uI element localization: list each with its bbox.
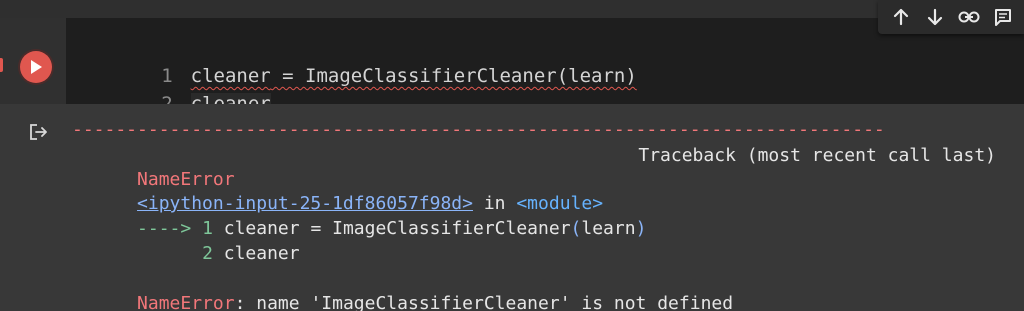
code-line-1[interactable]: 1 cleaner = ImageClassifierCleaner(learn) [66,34,637,87]
link-to-cell-button[interactable] [952,2,986,32]
traceback-frame-line-2: 2 cleaner [72,218,300,264]
frame-paren-close: ) [635,218,647,239]
error-message-colon: : [234,293,246,311]
frame-line-number: 2 [202,243,213,264]
cell-gutter [0,18,66,104]
traceback-location: <ipython-input-25-1df86057f98d> in <modu… [72,168,603,214]
cell-toolbar [878,0,1024,34]
add-comment-button[interactable] [986,2,1020,32]
cell-error-marker [0,58,3,72]
code-line-2[interactable]: 2cleaner [66,62,271,115]
move-cell-up-button[interactable] [884,2,918,32]
frame-arg: learn [581,218,636,239]
code-expression: = ImageClassifierCleaner(learn) [270,65,637,87]
traceback-header: Traceback (most recent call last) [638,145,996,166]
comment-icon [995,9,1011,26]
cell-output: ----------------------------------------… [0,104,1024,311]
traceback-error-name: NameError [72,144,235,190]
frame-code: cleaner [223,243,300,264]
play-icon [31,60,42,74]
notebook-cell-view: 1 cleaner = ImageClassifierCleaner(learn)… [0,0,1024,311]
link-icon [958,11,980,23]
error-message-type: NameError [137,293,235,311]
move-cell-down-button[interactable] [918,2,952,32]
cell-top-strip [0,0,1024,18]
run-cell-button[interactable] [20,51,52,83]
error-message-line: NameError: name 'ImageClassifierCleaner'… [72,268,733,311]
arrow-down-icon [927,8,943,26]
frame-paren-open: ( [570,218,582,239]
output-actions-icon[interactable] [28,122,50,146]
traceback-frame-line-1: ----> 1 cleaner = ImageClassifierCleaner… [72,193,646,239]
arrow-up-icon [893,8,909,26]
traceback-separator: ----------------------------------------… [72,119,885,140]
error-message-text: name 'ImageClassifierCleaner' is not def… [245,293,734,311]
